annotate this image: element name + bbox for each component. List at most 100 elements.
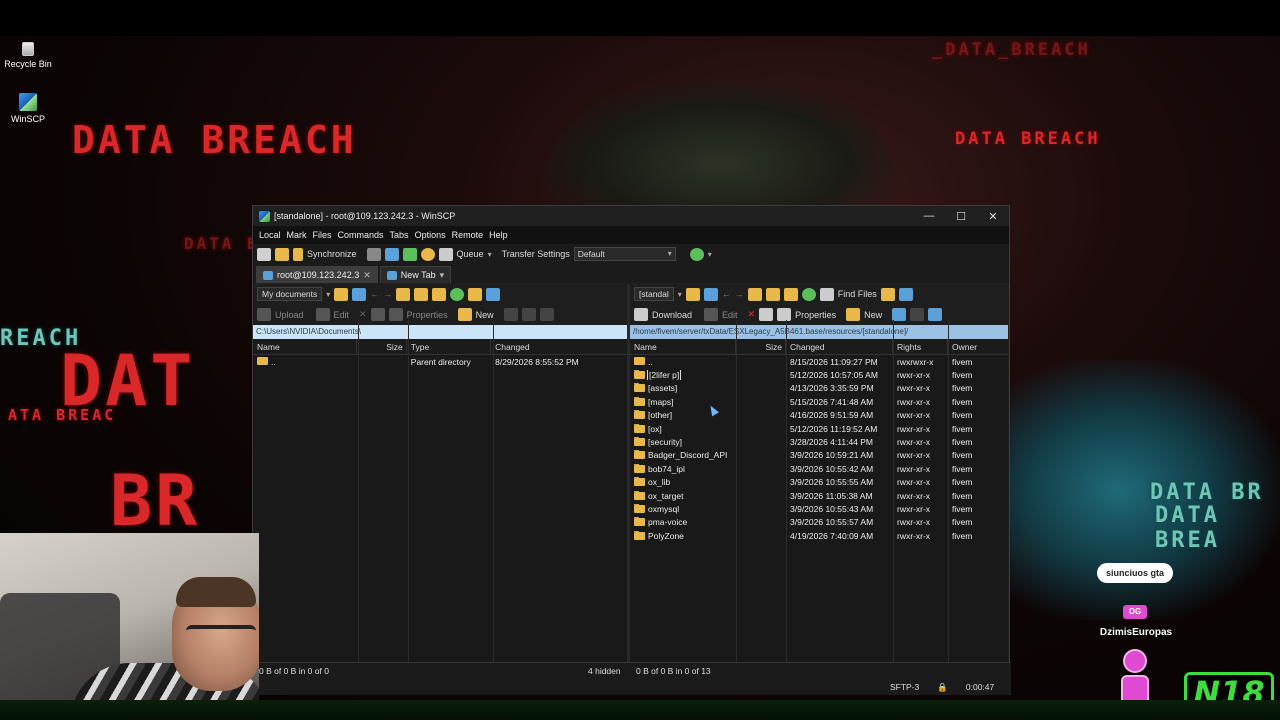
- close-icon[interactable]: ✕: [363, 270, 371, 281]
- rename-icon[interactable]: [759, 308, 774, 321]
- open-folder-icon[interactable]: [685, 287, 700, 301]
- transfer-icon[interactable]: [384, 247, 399, 261]
- new-button[interactable]: New: [864, 310, 882, 320]
- home-icon[interactable]: [432, 287, 447, 301]
- home-icon[interactable]: [783, 287, 798, 301]
- column-name[interactable]: Name: [630, 339, 736, 354]
- chevron-down-icon[interactable]: ▾: [678, 290, 682, 299]
- chevron-down-icon[interactable]: ▾: [488, 250, 492, 259]
- table-row[interactable]: PolyZone 4/19/2026 7:40:09 AM rwxr-xr-x fiv…: [630, 529, 1008, 542]
- new-button[interactable]: New: [476, 310, 494, 320]
- menu-options[interactable]: Options: [415, 230, 446, 240]
- desktop-icon-recycle-bin[interactable]: Recycle Bin: [0, 42, 56, 69]
- filter-icon[interactable]: [366, 247, 381, 261]
- table-row[interactable]: [other] 4/16/2026 9:51:59 AM rwxr-xr-x five…: [630, 409, 1008, 422]
- column-changed[interactable]: Changed: [491, 339, 627, 354]
- parent-dir-icon[interactable]: [396, 287, 411, 301]
- select-icon[interactable]: [892, 308, 907, 321]
- table-row[interactable]: [2lifer p] 5/12/2026 10:57:05 AM rwxr-xr-x…: [630, 368, 1008, 381]
- chevron-down-icon[interactable]: ▾: [708, 250, 712, 259]
- refresh-icon[interactable]: [689, 247, 704, 261]
- forward-icon[interactable]: →: [383, 289, 392, 299]
- table-row[interactable]: [security] 3/28/2026 4:11:44 PM rwxr-xr-x f…: [630, 435, 1008, 448]
- local-path[interactable]: C:\Users\NVIDIA\Documents\: [253, 325, 627, 339]
- close-button[interactable]: ✕: [977, 210, 1009, 223]
- column-rights[interactable]: Rights: [893, 339, 948, 354]
- synchronize-button[interactable]: Synchronize: [307, 249, 357, 259]
- table-row[interactable]: Badger_Discord_API 3/9/2026 10:59:21 AM rw…: [630, 449, 1008, 462]
- console-icon[interactable]: [257, 247, 271, 261]
- properties-button[interactable]: Properties: [795, 310, 836, 320]
- menu-commands[interactable]: Commands: [338, 230, 384, 240]
- root-dir-icon[interactable]: [414, 287, 429, 301]
- unselect-icon[interactable]: [521, 308, 536, 321]
- lock-icon[interactable]: 🔒: [937, 682, 948, 693]
- remote-location-select[interactable]: [standal: [634, 287, 674, 301]
- edit-button[interactable]: Edit: [334, 310, 350, 320]
- table-row[interactable]: [assets] 4/13/2026 3:35:59 PM rwxr-xr-x fiv…: [630, 382, 1008, 395]
- refresh-icon[interactable]: [801, 287, 816, 301]
- open-folder-icon[interactable]: [334, 287, 349, 301]
- transfer-settings-select[interactable]: Default: [573, 247, 676, 261]
- table-row[interactable]: .. 8/15/2026 11:09:27 PM rwxrwxr-x fivem: [630, 355, 1008, 368]
- menu-remote[interactable]: Remote: [452, 230, 484, 240]
- back-icon[interactable]: ←: [722, 289, 731, 299]
- edit-button[interactable]: Edit: [722, 310, 738, 320]
- parent-dir-icon[interactable]: [747, 287, 762, 301]
- desktop-icon-winscp[interactable]: WinSCP: [0, 93, 56, 124]
- queue-button[interactable]: Queue: [457, 249, 484, 259]
- root-dir-icon[interactable]: [765, 287, 780, 301]
- rename-icon[interactable]: [370, 308, 385, 321]
- back-icon[interactable]: ←: [370, 289, 379, 299]
- column-type[interactable]: Type: [407, 339, 492, 354]
- unselect-icon[interactable]: [910, 308, 925, 321]
- compare-icon[interactable]: [275, 247, 289, 261]
- column-owner[interactable]: Owner: [948, 339, 1008, 354]
- table-row[interactable]: [maps] 5/15/2026 7:41:48 AM rwxr-xr-x fivem: [630, 395, 1008, 408]
- menu-local[interactable]: Local: [259, 230, 281, 240]
- remote-path[interactable]: /home/fivem/server/txData/ESXLegacy_A5B4…: [630, 325, 1008, 339]
- minimize-button[interactable]: —: [913, 210, 945, 222]
- maximize-button[interactable]: ☐: [945, 210, 977, 223]
- tab-new[interactable]: New Tab ▾: [379, 266, 452, 283]
- chevron-down-icon[interactable]: ▾: [440, 270, 445, 281]
- filter-icon[interactable]: [703, 287, 718, 301]
- menu-help[interactable]: Help: [489, 230, 508, 240]
- menu-files[interactable]: Files: [313, 230, 332, 240]
- title-bar[interactable]: [standalone] - root@109.123.242.3 - WinS…: [253, 206, 1009, 226]
- view-icon[interactable]: [486, 287, 501, 301]
- find-files-button[interactable]: Find Files: [838, 289, 877, 299]
- column-size[interactable]: Size: [357, 339, 407, 354]
- refresh-icon[interactable]: [450, 287, 465, 301]
- download-button[interactable]: Download: [652, 310, 692, 320]
- select-all-icon[interactable]: [928, 308, 943, 321]
- table-row[interactable]: oxmysql 3/9/2026 10:55:43 AM rwxr-xr-x five…: [630, 502, 1008, 515]
- gear-icon[interactable]: [420, 247, 435, 261]
- column-size[interactable]: Size: [736, 339, 786, 354]
- table-row[interactable]: ox_lib 3/9/2026 10:55:55 AM rwxr-xr-x fivem: [630, 476, 1008, 489]
- column-changed[interactable]: Changed: [786, 339, 893, 354]
- filter-icon[interactable]: [352, 287, 367, 301]
- bookmark-icon[interactable]: [880, 287, 895, 301]
- bookmark-icon[interactable]: [468, 287, 483, 301]
- menu-tabs[interactable]: Tabs: [390, 230, 409, 240]
- tab-session[interactable]: root@109.123.242.3 ✕: [256, 266, 378, 283]
- delete-icon[interactable]: ✕: [748, 309, 756, 320]
- keep-up-to-date-icon[interactable]: [402, 247, 417, 261]
- menu-mark[interactable]: Mark: [287, 230, 307, 240]
- view-icon[interactable]: [898, 287, 913, 301]
- table-row[interactable]: pma-voice 3/9/2026 10:55:57 AM rwxr-xr-x fi…: [630, 516, 1008, 529]
- properties-button[interactable]: Properties: [407, 310, 448, 320]
- table-row[interactable]: .. Parent directory 8/29/2026 8:55:52 PM: [253, 355, 627, 368]
- select-icon[interactable]: [503, 308, 518, 321]
- table-row[interactable]: [ox] 5/12/2026 11:19:52 AM rwxr-xr-x fivem: [630, 422, 1008, 435]
- local-location-select[interactable]: My documents: [257, 287, 323, 301]
- table-row[interactable]: ox_target 3/9/2026 11:05:38 AM rwxr-xr-x fi…: [630, 489, 1008, 502]
- forward-icon[interactable]: →: [735, 289, 744, 299]
- select-all-icon[interactable]: [539, 308, 554, 321]
- upload-button[interactable]: Upload: [275, 310, 304, 320]
- column-name[interactable]: Name: [253, 339, 358, 354]
- hidden-count[interactable]: 4 hidden: [588, 666, 630, 676]
- delete-icon[interactable]: ✕: [359, 309, 367, 320]
- chevron-down-icon[interactable]: ▾: [326, 290, 330, 299]
